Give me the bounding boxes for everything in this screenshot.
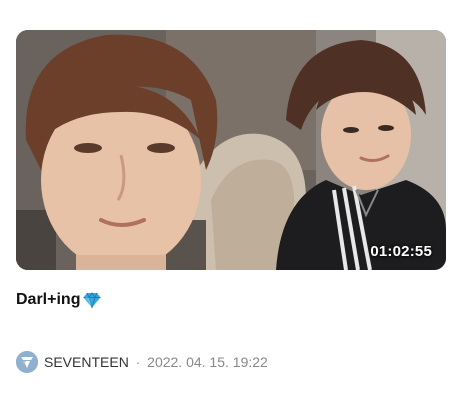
video-duration: 01:02:55 — [370, 243, 432, 260]
upload-timestamp: 2022. 04. 15. 19:22 — [147, 354, 268, 370]
video-card: 01:02:55 Darl+ing SEVENTEEN · 2022. 04. … — [0, 0, 460, 400]
meta-separator: · — [135, 354, 141, 370]
video-title[interactable]: Darl+ing — [16, 291, 80, 309]
thumbnail-image — [16, 30, 446, 270]
video-thumbnail[interactable]: 01:02:55 — [16, 30, 446, 270]
video-meta-row: SEVENTEEN · 2022. 04. 15. 19:22 — [16, 351, 268, 373]
video-title-row[interactable]: Darl+ing — [16, 289, 101, 311]
seventeen-logo-icon[interactable] — [16, 351, 38, 373]
channel-name[interactable]: SEVENTEEN — [44, 354, 129, 370]
gem-icon — [83, 292, 101, 308]
